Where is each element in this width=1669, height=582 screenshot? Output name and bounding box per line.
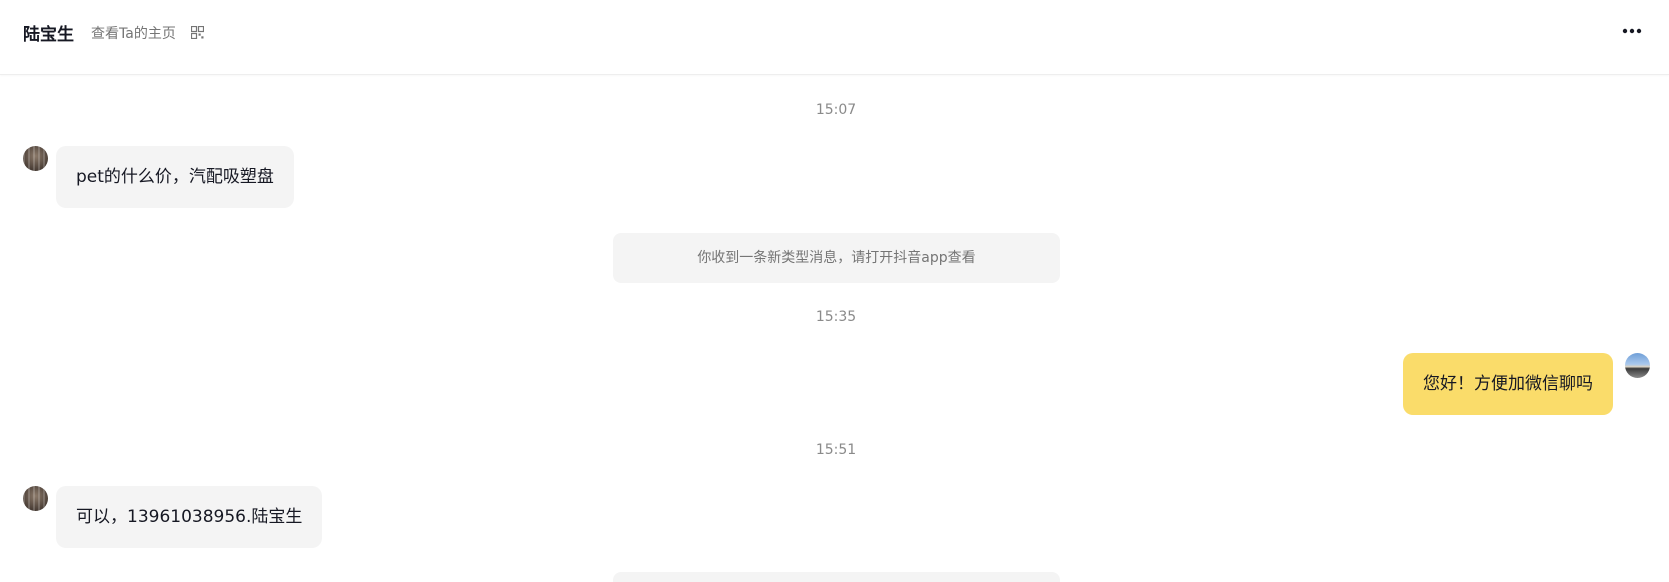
contact-avatar[interactable] bbox=[23, 146, 48, 171]
more-horizontal-icon[interactable] bbox=[1620, 25, 1644, 37]
view-profile-link[interactable]: 查看Ta的主页 bbox=[91, 23, 176, 43]
incoming-message-bubble: pet的什么价，汽配吸塑盘 bbox=[56, 146, 294, 208]
my-avatar[interactable] bbox=[1625, 353, 1650, 378]
contact-avatar[interactable] bbox=[23, 486, 48, 511]
system-notice-partial bbox=[613, 572, 1060, 582]
timestamp: 15:51 bbox=[815, 442, 857, 458]
timestamp: 15:07 bbox=[815, 102, 857, 118]
qr-code-icon[interactable] bbox=[191, 26, 204, 39]
timestamp: 15:35 bbox=[815, 309, 857, 325]
system-notice: 你收到一条新类型消息，请打开抖音app查看 bbox=[613, 233, 1060, 283]
chat-header: 陆宝生 查看Ta的主页 bbox=[0, 0, 1669, 75]
contact-name: 陆宝生 bbox=[23, 25, 74, 45]
outgoing-message-bubble: 您好！方便加微信聊吗 bbox=[1403, 353, 1613, 415]
incoming-message-bubble: 可以，13961038956.陆宝生 bbox=[56, 486, 323, 548]
